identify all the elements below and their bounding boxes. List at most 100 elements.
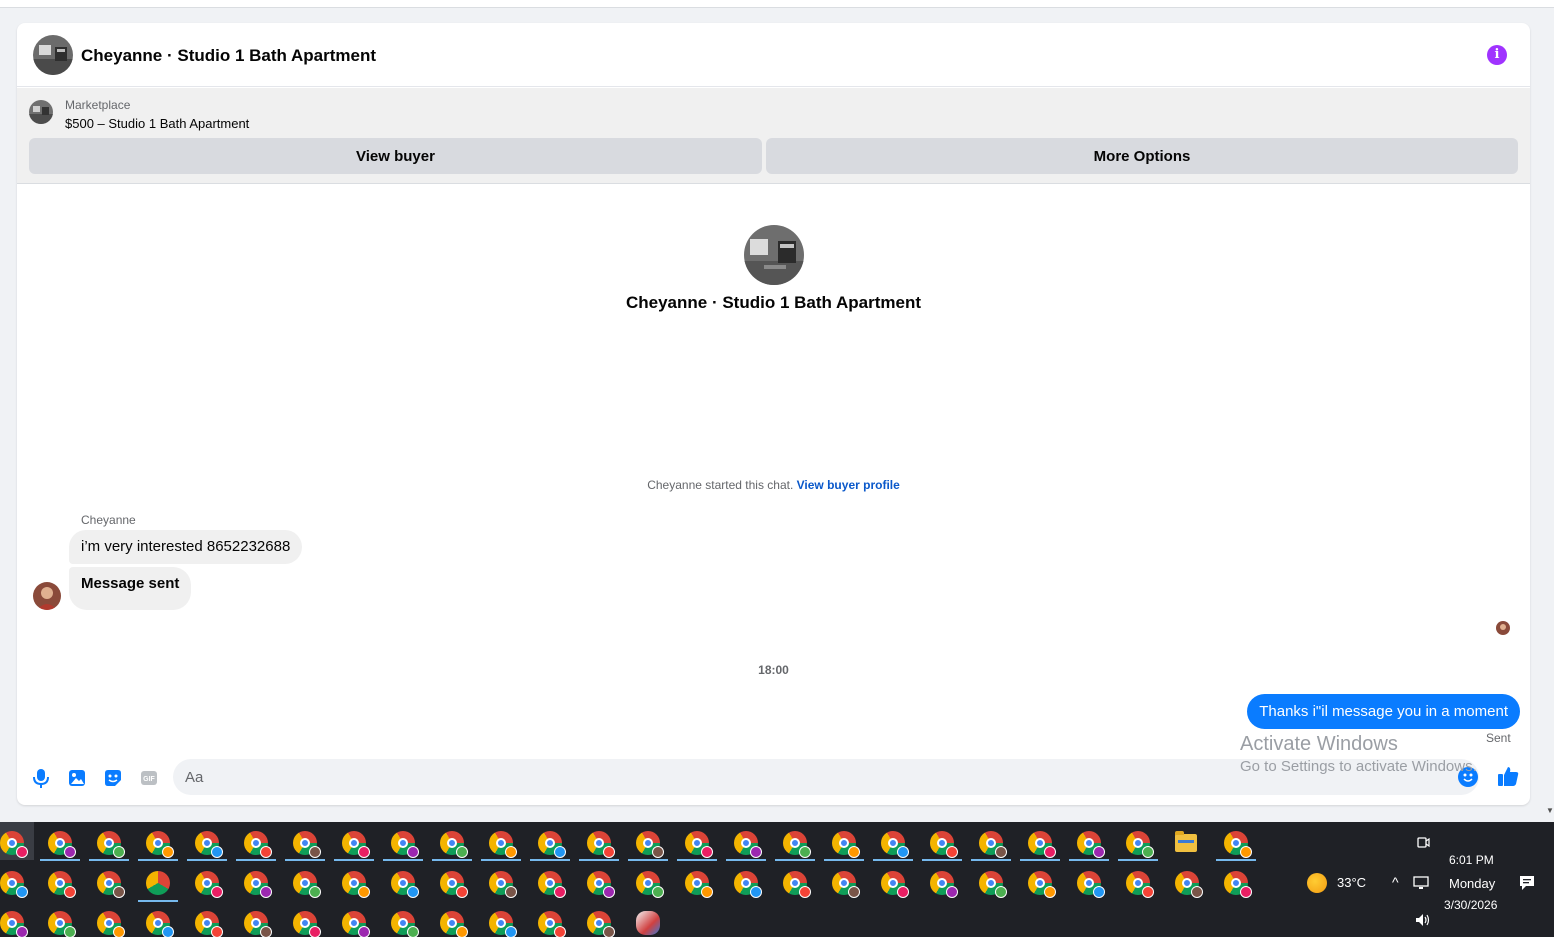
chrome-profile-icon[interactable]	[832, 871, 860, 898]
chrome-profile-icon[interactable]	[979, 831, 1007, 858]
chrome-profile-icon[interactable]	[48, 871, 76, 898]
chrome-profile-icon[interactable]	[734, 831, 762, 858]
network-icon[interactable]	[1413, 875, 1431, 894]
chrome-profile-icon[interactable]	[1028, 871, 1056, 898]
chrome-profile-icon[interactable]	[195, 831, 223, 858]
chrome-profile-icon[interactable]	[244, 831, 272, 858]
notifications-icon[interactable]	[1518, 874, 1536, 895]
view-buyer-profile-link[interactable]: View buyer profile	[797, 478, 900, 492]
meet-now-icon[interactable]	[1416, 834, 1430, 853]
chrome-profile-icon[interactable]	[293, 831, 321, 858]
chrome-profile-icon[interactable]	[48, 911, 76, 937]
profile-badge-icon	[1093, 846, 1105, 858]
message-input[interactable]	[173, 759, 1479, 795]
clock-time[interactable]: 6:01 PM	[1449, 853, 1494, 867]
chrome-profile-icon[interactable]	[489, 831, 517, 858]
chrome-profile-icon[interactable]	[1175, 871, 1203, 898]
photo-icon[interactable]	[65, 766, 89, 790]
chrome-profile-icon[interactable]	[881, 871, 909, 898]
chrome-profile-icon[interactable]	[685, 831, 713, 858]
chrome-profile-icon[interactable]	[587, 911, 615, 937]
chrome-profile-icon[interactable]	[783, 831, 811, 858]
chrome-profile-icon[interactable]	[1224, 831, 1252, 858]
clock-day[interactable]: Monday	[1449, 876, 1495, 891]
chrome-profile-icon[interactable]	[1077, 871, 1105, 898]
chrome-profile-icon[interactable]	[1224, 871, 1252, 898]
chrome-profile-icon[interactable]	[930, 831, 958, 858]
listing-price-title[interactable]: $500 – Studio 1 Bath Apartment	[65, 116, 249, 131]
chrome-profile-icon[interactable]	[146, 911, 174, 937]
chrome-profile-icon[interactable]	[342, 871, 370, 898]
incoming-message[interactable]: i’m very interested 8652232688	[69, 530, 303, 564]
chrome-profile-icon[interactable]	[342, 831, 370, 858]
view-buyer-button[interactable]: View buyer	[29, 138, 762, 174]
outgoing-message[interactable]: Thanks i"il message you in a moment	[1247, 694, 1520, 729]
clock-date[interactable]: 3/30/2026	[1444, 898, 1497, 912]
chrome-profile-icon[interactable]	[440, 831, 468, 858]
chrome-profile-icon[interactable]	[97, 911, 125, 937]
profile-photo-app-icon[interactable]	[146, 871, 170, 895]
chrome-profile-icon[interactable]	[734, 871, 762, 898]
chrome-profile-icon[interactable]	[587, 871, 615, 898]
chrome-profile-icon[interactable]	[293, 871, 321, 898]
chrome-profile-icon[interactable]	[48, 831, 76, 858]
chrome-profile-icon[interactable]	[1126, 831, 1154, 858]
chrome-profile-icon[interactable]	[195, 871, 223, 898]
volume-icon[interactable]	[1414, 912, 1432, 931]
more-options-button[interactable]: More Options	[766, 138, 1518, 174]
incoming-message[interactable]: Message sent	[69, 567, 192, 610]
chevron-up-icon[interactable]: ^	[1392, 874, 1399, 890]
chat-title[interactable]: Cheyanne · Studio 1 Bath Apartment	[81, 46, 376, 66]
chrome-profile-icon[interactable]	[0, 871, 28, 898]
chrome-profile-icon[interactable]	[587, 831, 615, 858]
chrome-profile-icon[interactable]	[0, 911, 28, 937]
chrome-profile-icon[interactable]	[489, 871, 517, 898]
chrome-profile-icon[interactable]	[440, 871, 468, 898]
chrome-profile-icon[interactable]	[391, 831, 419, 858]
chrome-profile-icon[interactable]	[0, 831, 28, 858]
chrome-profile-icon[interactable]	[538, 831, 566, 858]
scroll-down-arrow[interactable]: ▼	[1546, 806, 1554, 815]
chrome-profile-icon[interactable]	[97, 831, 125, 858]
chrome-profile-icon[interactable]	[244, 911, 272, 937]
chrome-profile-icon[interactable]	[391, 871, 419, 898]
chrome-profile-icon[interactable]	[489, 911, 517, 937]
thumbs-up-icon[interactable]	[1495, 763, 1521, 789]
chat-window: Cheyanne · Studio 1 Bath Apartment i Mar…	[17, 23, 1530, 805]
chrome-profile-icon[interactable]	[244, 871, 272, 898]
chrome-profile-icon[interactable]	[1126, 871, 1154, 898]
chrome-profile-icon[interactable]	[930, 871, 958, 898]
chrome-profile-icon[interactable]	[832, 831, 860, 858]
chrome-profile-icon[interactable]	[1077, 831, 1105, 858]
weather-sun-icon[interactable]	[1307, 873, 1327, 893]
chrome-profile-icon[interactable]	[979, 871, 1007, 898]
chrome-profile-icon[interactable]	[636, 871, 664, 898]
file-explorer-icon[interactable]	[1175, 831, 1197, 852]
info-icon[interactable]: i	[1487, 45, 1507, 65]
chrome-profile-icon[interactable]	[538, 871, 566, 898]
chrome-profile-icon[interactable]	[391, 911, 419, 937]
chrome-profile-icon[interactable]	[538, 911, 566, 937]
chrome-profile-icon[interactable]	[685, 871, 713, 898]
chrome-profile-icon[interactable]	[783, 871, 811, 898]
chrome-profile-icon[interactable]	[293, 911, 321, 937]
weather-temp[interactable]: 33°C	[1337, 875, 1366, 890]
app-icon[interactable]	[636, 911, 660, 935]
chrome-profile-icon[interactable]	[440, 911, 468, 937]
listing-thumbnail[interactable]	[29, 100, 53, 124]
chrome-profile-icon[interactable]	[97, 871, 125, 898]
taskbar-running-indicator	[236, 859, 276, 861]
taskbar-running-indicator	[481, 859, 521, 861]
chrome-profile-icon[interactable]	[342, 911, 370, 937]
sender-avatar[interactable]	[33, 582, 61, 610]
microphone-icon[interactable]	[29, 766, 53, 790]
chrome-profile-icon[interactable]	[195, 911, 223, 937]
chrome-profile-icon[interactable]	[1028, 831, 1056, 858]
emoji-icon[interactable]	[1458, 767, 1478, 787]
chrome-profile-icon[interactable]	[146, 831, 174, 858]
gif-icon[interactable]: GIF	[137, 766, 161, 790]
chrome-profile-icon[interactable]	[881, 831, 909, 858]
listing-avatar[interactable]	[33, 35, 73, 75]
sticker-icon[interactable]	[101, 766, 125, 790]
chrome-profile-icon[interactable]	[636, 831, 664, 858]
